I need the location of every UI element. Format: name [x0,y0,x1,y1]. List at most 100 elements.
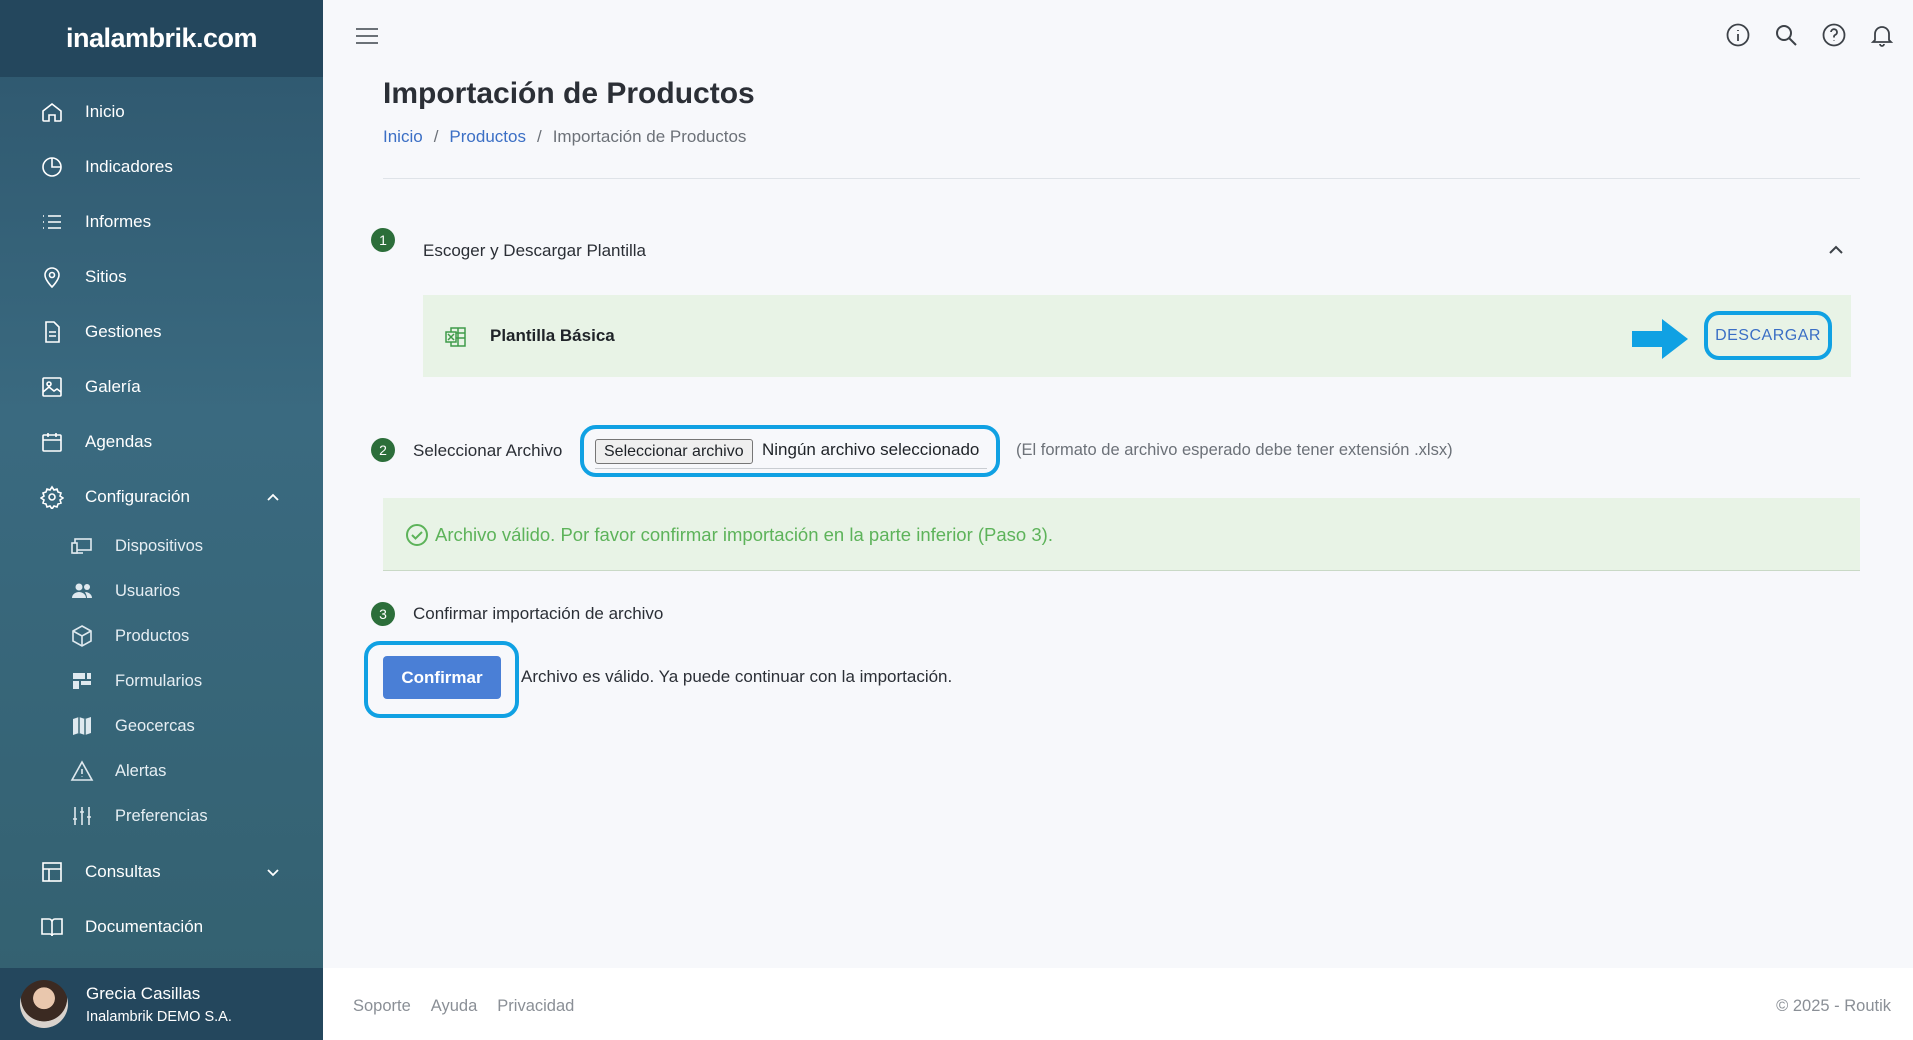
map-pin-icon [40,265,64,289]
sidebar-item-label: Galería [85,377,141,396]
sidebar-item-label: Informes [85,212,152,231]
home-icon [40,100,64,124]
sidebar-item-label: Indicadores [85,157,173,176]
breadcrumb-inicio[interactable]: Inicio [383,127,423,147]
sidebar: inalambrik.com Inicio Indicadores Inform… [0,0,323,1040]
app-logo[interactable]: inalambrik.com [65,23,258,54]
sidebar-subitem-geocercas[interactable]: Geocercas [0,707,323,745]
chevron-up-icon[interactable] [1825,239,1847,261]
table-icon [40,860,64,884]
select-file-button[interactable]: Seleccionar archivo [595,439,753,464]
gear-icon [40,485,64,509]
avatar [20,980,68,1028]
sidebar-item-consultas[interactable]: Consultas [0,850,323,894]
page-title: Importación de Productos [383,77,755,110]
bell-icon[interactable] [1869,22,1895,48]
info-icon[interactable] [1725,22,1751,48]
sidebar-subitem-label: Usuarios [115,581,181,600]
book-icon [40,915,64,939]
sidebar-item-label: Gestiones [85,322,162,341]
file-status: Ningún archivo seleccionado [762,440,980,459]
chevron-up-icon [267,493,279,501]
sidebar-subitem-alertas[interactable]: Alertas [0,752,323,790]
users-icon [70,579,94,603]
footer-links: Soporte Ayuda Privacidad [353,997,574,1016]
footer-copyright: © 2025 - Routik [1776,997,1891,1015]
sidebar-item-configuracion[interactable]: Configuración [0,475,323,519]
sidebar-subitem-label: Preferencias [115,806,208,825]
breadcrumb-productos[interactable]: Productos [449,127,526,147]
sidebar-item-label: Inicio [85,102,125,121]
breadcrumb-current: Importación de Productos [552,127,747,146]
alert-text: Archivo válido. Por favor confirmar impo… [435,524,1053,545]
download-button[interactable]: DESCARGAR [1704,311,1832,360]
sidebar-item-label: Sitios [85,267,127,286]
confirm-message: Archivo es válido. Ya puede continuar co… [521,667,953,686]
sidebar-subitem-label: Alertas [115,761,167,780]
user-card[interactable]: Grecia Casillas Inalambrik DEMO S.A. [0,968,323,1040]
sidebar-subitem-label: Dispositivos [115,536,204,555]
sidebar-item-indicadores[interactable]: Indicadores [0,145,323,189]
step-2-label: Seleccionar Archivo [413,441,563,460]
devices-icon [70,534,94,558]
step-2-badge: 2 [371,438,395,462]
arrow-right-icon [1632,319,1688,359]
sidebar-item-inicio[interactable]: Inicio [0,90,323,134]
hamburger-menu-icon[interactable] [355,27,379,45]
sliders-icon [70,804,94,828]
top-toolbar [1725,22,1895,48]
breadcrumb-separator: / [536,127,542,146]
search-icon[interactable] [1773,22,1799,48]
pie-chart-icon [40,155,64,179]
sidebar-subitem-preferencias[interactable]: Preferencias [0,797,323,835]
confirm-button[interactable]: Confirmar [383,656,501,699]
template-name: Plantilla Básica [490,326,615,345]
form-icon [70,669,94,693]
sidebar-item-agendas[interactable]: Agendas [0,420,323,464]
sidebar-item-sitios[interactable]: Sitios [0,255,323,299]
box-icon [70,624,94,648]
divider [383,178,1860,179]
excel-file-icon [445,327,466,347]
sidebar-item-label: Configuración [85,487,190,506]
image-icon [40,375,64,399]
step-1-label[interactable]: Escoger y Descargar Plantilla [423,241,646,261]
sidebar-item-informes[interactable]: Informes [0,200,323,244]
breadcrumb-separator: / [433,127,439,146]
footer-link-ayuda[interactable]: Ayuda [431,997,478,1016]
sidebar-item-documentacion[interactable]: Documentación [0,905,323,949]
logo-bar: inalambrik.com [0,0,323,77]
footer: Soporte Ayuda Privacidad © 2025 - Routik [323,968,1913,1040]
step-3-badge: 3 [371,602,395,626]
sidebar-item-label: Agendas [85,432,153,451]
check-circle-icon [406,524,428,546]
sidebar-item-label: Documentación [85,917,204,936]
sidebar-item-label: Consultas [85,862,161,881]
sidebar-subitem-productos[interactable]: Productos [0,617,323,655]
step-3-label: Confirmar importación de archivo [413,604,664,623]
footer-link-soporte[interactable]: Soporte [353,997,411,1016]
step-1-badge: 1 [371,228,395,252]
calendar-icon [40,430,64,454]
help-icon[interactable] [1821,22,1847,48]
warning-icon [70,759,94,783]
file-input-underline [595,468,987,469]
list-icon [40,210,64,234]
user-name: Grecia Casillas [86,983,201,1003]
file-format-hint: (El formato de archivo esperado debe ten… [1016,441,1453,459]
sidebar-subitem-usuarios[interactable]: Usuarios [0,572,323,610]
success-alert: Archivo válido. Por favor confirmar impo… [383,498,1860,571]
sidebar-item-gestiones[interactable]: Gestiones [0,310,323,354]
sidebar-item-galeria[interactable]: Galería [0,365,323,409]
chevron-down-icon [267,869,279,877]
sidebar-subitem-label: Formularios [115,671,203,690]
sidebar-subitem-label: Productos [115,626,190,645]
user-org: Inalambrik DEMO S.A. [86,1008,232,1025]
logo-text: inalambrik.com [65,23,258,53]
map-icon [70,714,94,738]
sidebar-subitem-dispositivos[interactable]: Dispositivos [0,527,323,565]
footer-link-privacidad[interactable]: Privacidad [497,997,574,1016]
document-icon [40,320,64,344]
sidebar-subitem-formularios[interactable]: Formularios [0,662,323,700]
breadcrumb: Inicio / Productos / Importación de Prod… [383,127,746,147]
